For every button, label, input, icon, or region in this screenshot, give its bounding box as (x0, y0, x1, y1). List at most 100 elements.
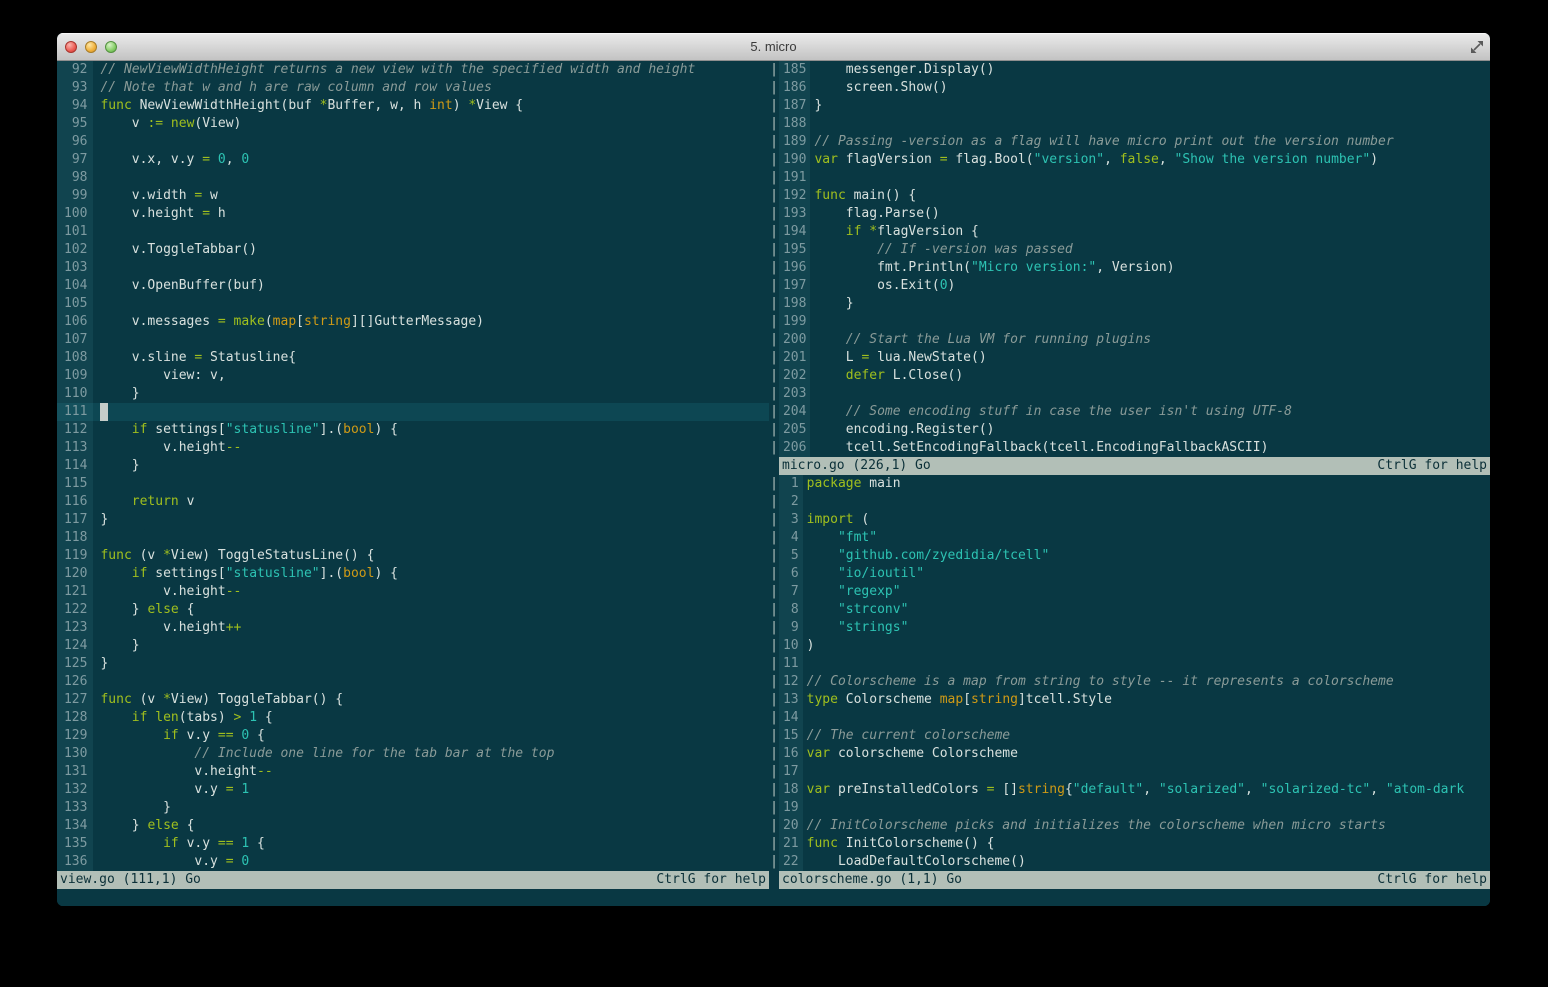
code-line[interactable]: 111 (57, 403, 769, 421)
code-line[interactable]: | 15// The current colorscheme (769, 727, 1490, 745)
code-line[interactable]: 128 if len(tabs) > 1 { (57, 709, 769, 727)
code-line[interactable]: 130 // Include one line for the tab bar … (57, 745, 769, 763)
code-line[interactable]: 102 v.ToggleTabbar() (57, 241, 769, 259)
code-line[interactable]: 135 if v.y == 1 { (57, 835, 769, 853)
code-line[interactable]: | 194 if *flagVersion { (769, 223, 1490, 241)
code-line[interactable]: | 11 (769, 655, 1490, 673)
code-line[interactable]: | 203 (769, 385, 1490, 403)
code-line[interactable]: 106 v.messages = make(map[string][]Gutte… (57, 313, 769, 331)
code-line[interactable]: | 197 os.Exit(0) (769, 277, 1490, 295)
code-line[interactable]: | 18 var preInstalledColors = []string{"de… (769, 781, 1490, 799)
minimize-button[interactable] (85, 40, 97, 53)
code-line[interactable]: | 185 messenger.Display() (769, 61, 1490, 79)
code-line[interactable]: | 188 (769, 115, 1490, 133)
code-line[interactable]: | 201 L = lua.NewState() (769, 349, 1490, 367)
code-line[interactable]: | 189// Passing -version as a flag will h… (769, 133, 1490, 151)
code-line[interactable]: | 5 "github.com/zyedidia/tcell" (769, 547, 1490, 565)
code-line[interactable]: 131 v.height-- (57, 763, 769, 781)
colorscheme-go-buffer[interactable]: | 1 package main | 2 | 3 import (| 4 "fmt" | 5 "gi… (769, 475, 1490, 871)
code-line[interactable]: 121 v.height-- (57, 583, 769, 601)
code-line[interactable]: 107 (57, 331, 769, 349)
code-line[interactable]: 96 (57, 133, 769, 151)
code-line[interactable]: | 10) (769, 637, 1490, 655)
code-line[interactable]: | 186 screen.Show() (769, 79, 1490, 97)
code-line[interactable]: 109 view: v, (57, 367, 769, 385)
code-line[interactable]: | 6 "io/ioutil" (769, 565, 1490, 583)
code-line[interactable]: 127 func (v *View) ToggleTabbar() { (57, 691, 769, 709)
code-line[interactable]: 133 } (57, 799, 769, 817)
code-line[interactable]: 104 v.OpenBuffer(buf) (57, 277, 769, 295)
code-line[interactable]: 126 (57, 673, 769, 691)
code-line[interactable]: | 191 (769, 169, 1490, 187)
code-line[interactable]: | 202 defer L.Close() (769, 367, 1490, 385)
code-line[interactable]: | 9 "strings" (769, 619, 1490, 637)
code-line[interactable]: 119 func (v *View) ToggleStatusLine() { (57, 547, 769, 565)
code-line[interactable]: 100 v.height = h (57, 205, 769, 223)
code-line[interactable]: 101 (57, 223, 769, 241)
code-line[interactable]: | 195 // If -version was passed (769, 241, 1490, 259)
code-line[interactable]: 108 v.sline = Statusline{ (57, 349, 769, 367)
code-line[interactable]: 98 (57, 169, 769, 187)
code-line[interactable]: | 205 encoding.Register() (769, 421, 1490, 439)
code-line[interactable]: 123 v.height++ (57, 619, 769, 637)
command-line[interactable] (57, 889, 1490, 906)
view-go-buffer[interactable]: 92 // NewViewWidthHeight returns a new vi… (57, 61, 769, 871)
code-line[interactable]: 103 (57, 259, 769, 277)
code-line[interactable]: 110 } (57, 385, 769, 403)
code-line[interactable]: 136 v.y = 0 (57, 853, 769, 871)
code-line[interactable]: | 3 import ( (769, 511, 1490, 529)
code-line[interactable]: | 20// InitColorscheme picks and initiali… (769, 817, 1490, 835)
code-line[interactable]: | 192 func main() { (769, 187, 1490, 205)
titlebar[interactable]: 5. micro (57, 33, 1490, 61)
code-line[interactable]: | 22 LoadDefaultColorscheme() (769, 853, 1490, 871)
code-line[interactable]: 132 v.y = 1 (57, 781, 769, 799)
code-line[interactable]: 113 v.height-- (57, 439, 769, 457)
code-line[interactable]: 112 if settings["statusline"].(bool) { (57, 421, 769, 439)
code-line[interactable]: | 19 (769, 799, 1490, 817)
code-line[interactable]: | 193 flag.Parse() (769, 205, 1490, 223)
fullscreen-icon[interactable] (1470, 40, 1484, 54)
micro-go-buffer[interactable]: | 185 messenger.Display() | 186 screen.Show… (769, 61, 1490, 457)
code-line[interactable]: 115 (57, 475, 769, 493)
code-line[interactable]: | 2 (769, 493, 1490, 511)
code-text: v.y = 1 (100, 782, 250, 797)
code-line[interactable]: | 8 "strconv" (769, 601, 1490, 619)
code-line[interactable]: | 204 // Some encoding stuff in case the … (769, 403, 1490, 421)
code-line[interactable]: 105 (57, 295, 769, 313)
code-line[interactable]: | 1 package main (769, 475, 1490, 493)
code-line[interactable]: 134 } else { (57, 817, 769, 835)
code-line[interactable]: | 7 "regexp" (769, 583, 1490, 601)
code-line[interactable]: 129 if v.y == 0 { (57, 727, 769, 745)
code-line[interactable]: 93 // Note that w and h are raw column an… (57, 79, 769, 97)
zoom-button[interactable] (105, 40, 117, 53)
code-line[interactable]: | 196 fmt.Println("Micro version:", Versi… (769, 259, 1490, 277)
code-line[interactable]: 92 // NewViewWidthHeight returns a new vi… (57, 61, 769, 79)
code-line[interactable]: 97 v.x, v.y = 0, 0 (57, 151, 769, 169)
code-line[interactable]: | 187} (769, 97, 1490, 115)
code-line[interactable]: | 21 func InitColorscheme() { (769, 835, 1490, 853)
code-line[interactable]: | 14 (769, 709, 1490, 727)
code-line[interactable]: 114 } (57, 457, 769, 475)
code-line[interactable]: 120 if settings["statusline"].(bool) { (57, 565, 769, 583)
code-line[interactable]: | 12// Colorscheme is a map from string t… (769, 673, 1490, 691)
code-line[interactable]: 125} (57, 655, 769, 673)
code-line[interactable]: 118 (57, 529, 769, 547)
code-line[interactable]: 94 func NewViewWidthHeight(buf *Buffer, w… (57, 97, 769, 115)
code-line[interactable]: 122 } else { (57, 601, 769, 619)
code-line[interactable]: | 198 } (769, 295, 1490, 313)
code-line[interactable]: 117} (57, 511, 769, 529)
code-line[interactable]: | 206 tcell.SetEncodingFallback(tcell.Enc… (769, 439, 1490, 457)
code-line[interactable]: | 190 var flagVersion = flag.Bool("version… (769, 151, 1490, 169)
code-line[interactable]: | 199 (769, 313, 1490, 331)
code-line[interactable]: 95 v := new(View) (57, 115, 769, 133)
code-line[interactable]: | 4 "fmt" (769, 529, 1490, 547)
code-line[interactable]: | 16 var colorscheme Colorscheme (769, 745, 1490, 763)
code-line[interactable]: 124 } (57, 637, 769, 655)
code-line[interactable]: | 200 // Start the Lua VM for running plu… (769, 331, 1490, 349)
code-line[interactable]: 99 v.width = w (57, 187, 769, 205)
code-line[interactable]: | 17 (769, 763, 1490, 781)
code-line[interactable]: 116 return v (57, 493, 769, 511)
code-line[interactable]: | 13 type Colorscheme map[string]tcell.Sty… (769, 691, 1490, 709)
close-button[interactable] (65, 40, 77, 53)
code-text: LoadDefaultColorscheme() (806, 854, 1026, 869)
